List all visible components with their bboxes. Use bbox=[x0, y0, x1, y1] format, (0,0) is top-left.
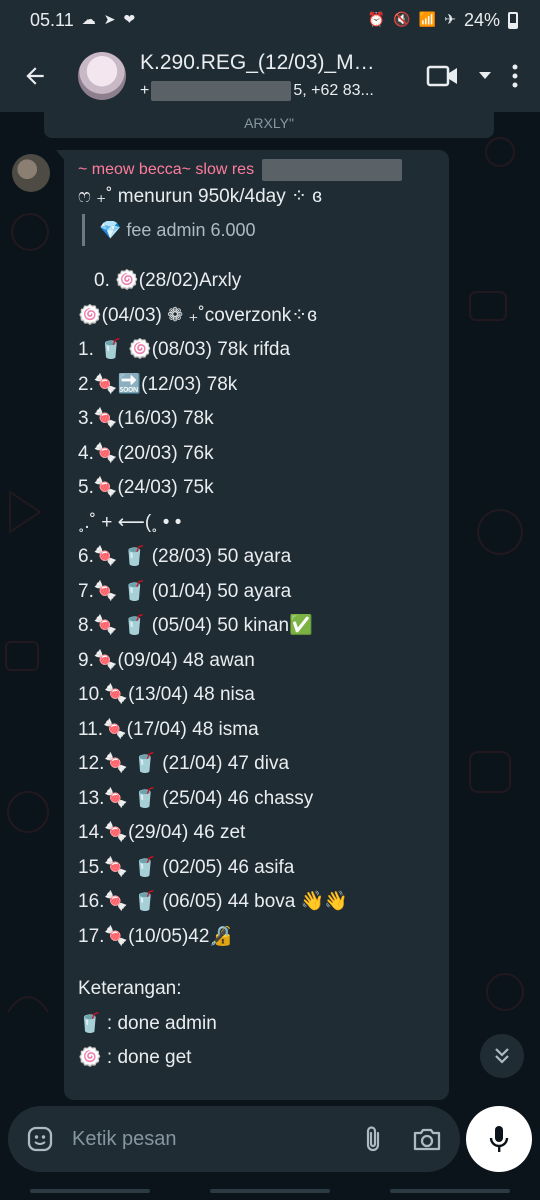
chat-title: K.290.REG_(12/03)_ME... bbox=[140, 51, 380, 74]
system-nav-bar bbox=[0, 1182, 540, 1200]
members-text: 5, +62 83... bbox=[293, 82, 374, 99]
message-line: 16.🍬 🥤 (06/05) 44 bova 👋👋 bbox=[78, 891, 348, 912]
message-line: 12.🍬 🥤 (21/04) 47 diva bbox=[78, 753, 290, 774]
message-input[interactable]: Ketik pesan bbox=[72, 1128, 177, 1151]
clock: 05.11 bbox=[30, 9, 74, 30]
quote-text: 💎 fee admin 6.000 bbox=[99, 219, 256, 240]
voice-record-button[interactable] bbox=[466, 1106, 532, 1172]
cloud-icon: ☁ bbox=[81, 12, 96, 28]
composer-actions bbox=[362, 1124, 442, 1154]
message-line: 2.🍬🔜(12/03) 78k bbox=[78, 373, 238, 395]
message-line: 17.🍬(10/05)42🔏 bbox=[78, 925, 234, 947]
nav-handle[interactable] bbox=[390, 1189, 510, 1193]
message-bubble[interactable]: ~ meow becca~ slow res ෆ ₊˚ menurun 950k… bbox=[64, 150, 449, 1100]
sender-avatar[interactable] bbox=[12, 154, 50, 192]
message-line: 13.🍬 🥤 (25/04) 46 chassy bbox=[78, 787, 314, 809]
microphone-icon bbox=[489, 1126, 509, 1152]
message-line: 15.🍬 🥤 (02/05) 46 asifa bbox=[78, 856, 295, 878]
message-line: 14.🍬(29/04) 46 zet bbox=[78, 822, 246, 843]
nav-handle[interactable] bbox=[30, 1189, 150, 1193]
scroll-to-bottom-button[interactable] bbox=[480, 1034, 524, 1078]
camera-icon[interactable] bbox=[412, 1126, 442, 1152]
message-line: 9.🍬(09/04) 48 awan bbox=[78, 649, 255, 671]
previous-message-text: ARXLY" bbox=[244, 115, 294, 131]
chevron-down-icon[interactable] bbox=[478, 71, 492, 81]
message-line: ෆ ₊˚ menurun 950k/4day ⁘ ɞ bbox=[78, 186, 322, 207]
battery-icon bbox=[508, 11, 518, 29]
message-line: ˳.˚ + ⟵(˳ • • bbox=[78, 511, 182, 533]
heart-app-icon: ❤ bbox=[123, 12, 136, 28]
message-line: 6.🍬 🥤 (28/03) 50 ayara bbox=[78, 546, 292, 567]
previous-message[interactable]: ARXLY" bbox=[44, 112, 494, 138]
message-line: 10.🍬(13/04) 48 nisa bbox=[78, 684, 255, 705]
sender-row: ~ meow becca~ slow res bbox=[78, 158, 437, 182]
chat-info[interactable]: K.290.REG_(12/03)_ME... + 5, +62 83... bbox=[140, 51, 380, 101]
message-line: 5.🍬(24/03) 75k bbox=[78, 477, 214, 498]
message-line: 8.🍬 🥤 (05/04) 50 kinan✅ bbox=[78, 615, 313, 636]
alarm-icon: ⏰ bbox=[367, 12, 386, 28]
video-call-icon[interactable] bbox=[426, 63, 460, 89]
message-line: 1. 🥤 🍥(08/03) 78k rifda bbox=[78, 339, 291, 360]
message-line: 🍥(04/03) ❁ ₊˚coverzonk⁘ɞ bbox=[78, 304, 317, 326]
members-prefix: + bbox=[140, 82, 150, 99]
message-line: 7.🍬 🥤 (01/04) 50 ayara bbox=[78, 580, 292, 602]
status-left: 05.11 ☁ ➤ ❤ bbox=[30, 10, 135, 31]
double-chevron-down-icon bbox=[495, 1048, 509, 1064]
message-composer[interactable]: Ketik pesan bbox=[8, 1106, 460, 1172]
quote-block: 💎 fee admin 6.000 bbox=[82, 214, 437, 246]
message-line: 🥤 : done admin bbox=[78, 1012, 217, 1034]
message-line: 0. 🍥(28/02)Arxly bbox=[94, 270, 242, 291]
back-button[interactable] bbox=[0, 40, 70, 112]
chat-members: + 5, +62 83... bbox=[140, 81, 380, 101]
more-options-icon[interactable] bbox=[510, 63, 520, 89]
airplane-icon: ✈ bbox=[444, 12, 456, 28]
mute-icon: 🔇 bbox=[393, 12, 411, 28]
message-line: 🍥 : done get bbox=[78, 1047, 192, 1068]
sender-name[interactable]: ~ meow becca~ slow res bbox=[78, 161, 254, 179]
battery-percent: 24% bbox=[463, 9, 500, 30]
header-actions bbox=[426, 63, 540, 89]
message-line: Keterangan: bbox=[78, 978, 182, 999]
redacted-block bbox=[262, 159, 403, 181]
sticker-icon[interactable] bbox=[26, 1125, 54, 1153]
telegram-icon: ➤ bbox=[103, 12, 116, 28]
redacted-block bbox=[151, 81, 292, 101]
message-line: 11.🍬(17/04) 48 isma bbox=[78, 718, 259, 740]
arrow-left-icon bbox=[26, 67, 44, 85]
attach-icon[interactable] bbox=[362, 1124, 384, 1154]
chat-header: K.290.REG_(12/03)_ME... + 5, +62 83... bbox=[0, 40, 540, 112]
status-bar: 05.11 ☁ ➤ ❤ ⏰ 🔇 📶 ✈ 24% bbox=[0, 0, 540, 40]
status-right: ⏰ 🔇 📶 ✈ 24% bbox=[368, 10, 518, 31]
message-line: 3.🍬(16/03) 78k bbox=[78, 408, 214, 429]
wifi-icon: 📶 bbox=[418, 12, 437, 28]
group-avatar[interactable] bbox=[78, 52, 126, 100]
nav-handle[interactable] bbox=[210, 1189, 330, 1193]
message-line: 4.🍬(20/03) 76k bbox=[78, 442, 214, 464]
